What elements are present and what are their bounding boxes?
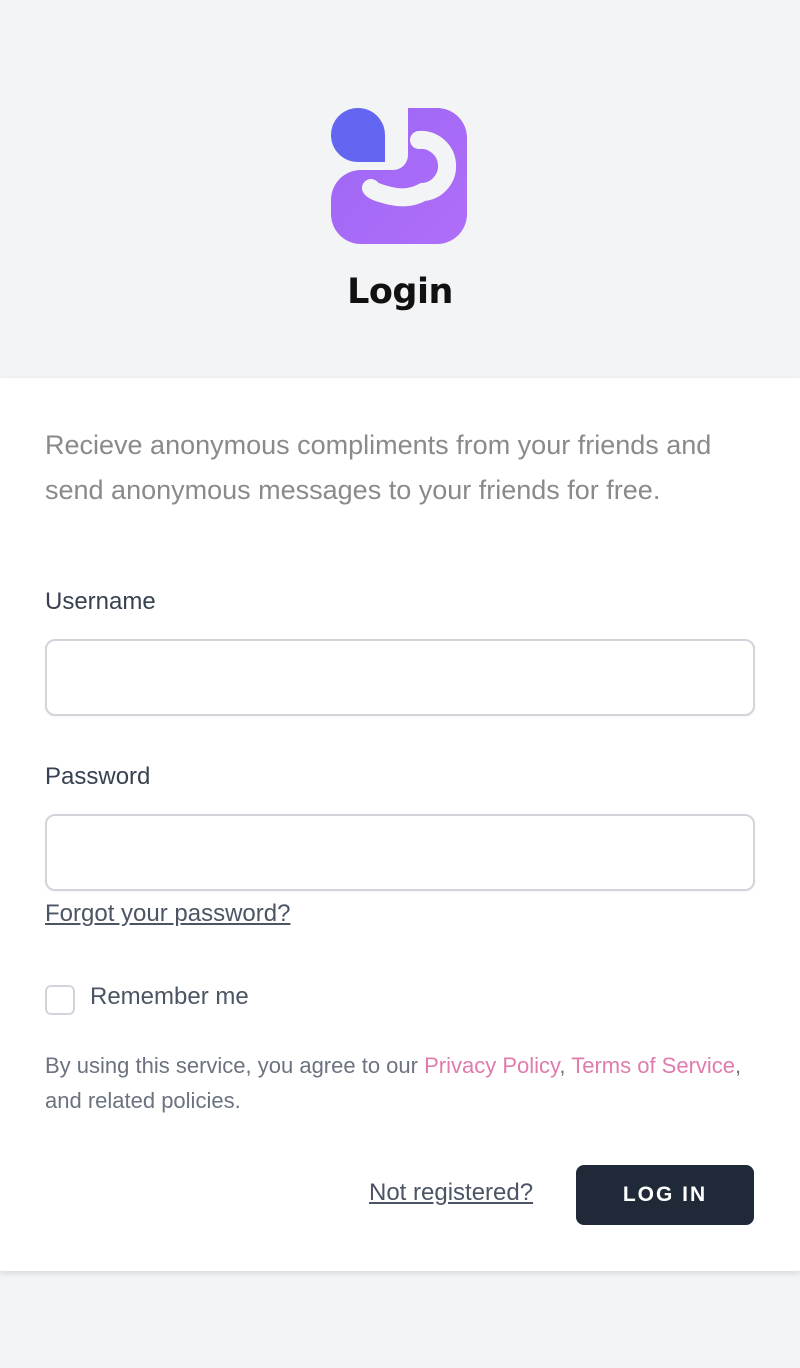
intro-text: Recieve anonymous compliments from your … bbox=[45, 430, 712, 505]
remember-me-label: Remember me bbox=[90, 983, 249, 1010]
password-input[interactable] bbox=[45, 814, 755, 891]
terms-prefix: By using this service, you agree to our bbox=[45, 1053, 425, 1078]
login-button[interactable]: LOG IN bbox=[576, 1165, 754, 1225]
terms-text: By using this service, you agree to our … bbox=[45, 1048, 755, 1118]
forgot-password-link[interactable]: Forgot your password? bbox=[45, 900, 290, 928]
app-logo-icon bbox=[331, 108, 467, 244]
not-registered-link[interactable]: Not registered? bbox=[369, 1179, 533, 1207]
username-input[interactable] bbox=[45, 639, 755, 716]
header: Login bbox=[0, 0, 800, 378]
username-label: Username bbox=[45, 588, 156, 615]
remember-me-checkbox[interactable] bbox=[45, 985, 75, 1015]
login-card: Recieve anonymous compliments from your … bbox=[0, 378, 800, 1271]
password-label: Password bbox=[45, 763, 151, 790]
page-title: Login bbox=[347, 272, 453, 312]
privacy-policy-link[interactable]: Privacy Policy bbox=[424, 1053, 559, 1078]
terms-of-service-link[interactable]: Terms of Service bbox=[571, 1053, 735, 1078]
terms-separator: , bbox=[559, 1053, 572, 1078]
